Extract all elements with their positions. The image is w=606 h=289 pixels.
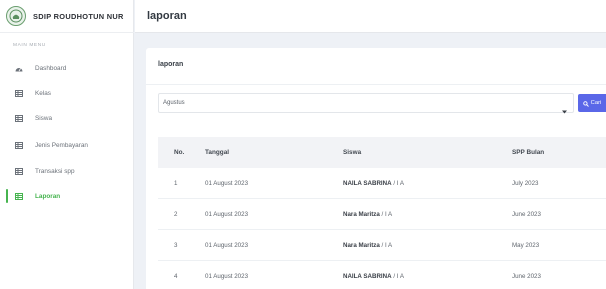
cell-tanggal: 01 August 2023 xyxy=(205,210,249,218)
brand[interactable]: SDIP ROUDHOTUN NUR xyxy=(0,0,134,33)
column-header-tanggal[interactable]: Tanggal xyxy=(205,149,343,156)
search-icon xyxy=(582,94,589,112)
top-header: laporan xyxy=(135,0,606,33)
brand-name: SDIP ROUDHOTUN NUR xyxy=(33,11,124,21)
search-button[interactable]: Cari xyxy=(578,94,606,112)
student-name: NAILA SABRINA xyxy=(343,272,392,280)
cell-siswa: Nara Maritza / I A xyxy=(343,211,512,218)
student-class: / I A xyxy=(391,272,404,280)
cell-spp-bulan: May 2023 xyxy=(512,241,540,249)
student-name: Nara Maritza xyxy=(343,241,380,249)
report-table: No. Tanggal Siswa SPP Bulan 1 01 August … xyxy=(158,137,606,289)
caret-down-icon xyxy=(562,101,567,119)
table-row: 2 01 August 2023 Nara Maritza / I A June… xyxy=(158,199,606,230)
cell-no: 4 xyxy=(174,272,178,280)
table-row: 3 01 August 2023 Nara Maritza / I A May … xyxy=(158,230,606,261)
table-icon xyxy=(14,166,24,176)
sidebar-item-kelas[interactable]: Kelas xyxy=(0,86,134,100)
cell-no: 1 xyxy=(174,179,178,187)
sidebar-item-label: Siswa xyxy=(35,114,53,122)
sidebar-item-label: Transaksi spp xyxy=(35,167,75,175)
sidebar-item-label: Dashboard xyxy=(35,64,67,72)
student-class: / I A xyxy=(391,179,404,187)
sidebar-item-laporan[interactable]: Laporan xyxy=(0,189,134,203)
student-name: Nara Maritza xyxy=(343,210,380,218)
column-header-spp-bulan[interactable]: SPP Bulan xyxy=(512,149,606,156)
dashboard-icon xyxy=(14,63,24,73)
sidebar-item-label: Jenis Pembayaran xyxy=(35,141,88,149)
table-row: 1 01 August 2023 NAILA SABRINA / I A Jul… xyxy=(158,168,606,199)
page-title: laporan xyxy=(147,10,187,22)
cell-no: 3 xyxy=(174,241,178,249)
search-button-label: Cari xyxy=(590,100,602,106)
sidebar-item-transaksi-spp[interactable]: Transaksi spp xyxy=(0,164,134,178)
student-class: / I A xyxy=(379,210,393,218)
main-menu-label: MAIN MENU xyxy=(13,43,46,48)
report-card: laporan Agustus Cari No. Tanggal Siswa S… xyxy=(146,48,606,289)
cell-no: 2 xyxy=(174,210,178,218)
month-select[interactable]: Agustus xyxy=(158,93,574,114)
sidebar-item-label: Laporan xyxy=(35,192,61,200)
sidebar-item-siswa[interactable]: Siswa xyxy=(0,111,134,125)
card-divider xyxy=(146,84,606,85)
cell-tanggal: 01 August 2023 xyxy=(205,179,249,187)
cell-tanggal: 01 August 2023 xyxy=(205,272,249,280)
cell-tanggal: 01 August 2023 xyxy=(205,241,249,249)
student-class: / I A xyxy=(379,241,393,249)
sidebar: SDIP ROUDHOTUN NUR MAIN MENU Dashboard K… xyxy=(0,0,134,289)
cell-siswa: Nara Maritza / I A xyxy=(343,242,512,249)
card-title: laporan xyxy=(158,61,184,68)
table-icon xyxy=(14,113,24,123)
table-header: No. Tanggal Siswa SPP Bulan xyxy=(158,137,606,168)
sidebar-item-dashboard[interactable]: Dashboard xyxy=(0,61,134,75)
student-name: NAILA SABRINA xyxy=(343,179,392,187)
cell-spp-bulan: July 2023 xyxy=(512,179,539,187)
school-logo-icon xyxy=(6,6,26,26)
table-icon xyxy=(14,191,24,201)
month-select-value: Agustus xyxy=(163,100,185,106)
cell-siswa: NAILA SABRINA / I A xyxy=(343,273,512,280)
sidebar-item-jenis-pembayaran[interactable]: Jenis Pembayaran xyxy=(0,138,134,152)
column-header-no[interactable]: No. xyxy=(158,149,205,156)
cell-spp-bulan: June 2023 xyxy=(512,210,541,218)
table-icon xyxy=(14,140,24,150)
table-row: 4 01 August 2023 NAILA SABRINA / I A Jun… xyxy=(158,261,606,289)
cell-spp-bulan: June 2023 xyxy=(512,272,541,280)
sidebar-item-label: Kelas xyxy=(35,89,51,97)
column-header-siswa[interactable]: Siswa xyxy=(343,149,512,156)
cell-siswa: NAILA SABRINA / I A xyxy=(343,180,512,187)
table-icon xyxy=(14,88,24,98)
